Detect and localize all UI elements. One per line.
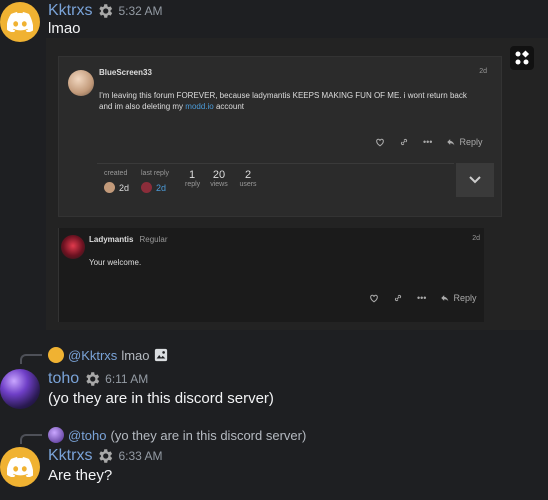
- gear-icon: [86, 372, 100, 386]
- chevron-down-icon: [469, 176, 481, 184]
- reply-reference[interactable]: @toho (yo they are in this discord serve…: [48, 427, 306, 443]
- post-author-name[interactable]: BlueScreen33: [99, 68, 152, 77]
- link-icon[interactable]: [399, 137, 409, 147]
- message-text: (yo they are in this discord server): [48, 390, 274, 407]
- reply-body: Your welcome.: [89, 258, 142, 267]
- discord-logo-icon: [7, 12, 33, 32]
- username[interactable]: Kktrxs: [48, 447, 92, 465]
- timestamp: 5:32 AM: [118, 4, 163, 18]
- timestamp: 6:11 AM: [105, 372, 149, 386]
- discord-avatar[interactable]: [0, 447, 40, 487]
- reply-author-role: Regular: [139, 235, 168, 244]
- created-avatar: [104, 182, 115, 193]
- reply-age: 2d: [472, 235, 480, 242]
- post-age: 2d: [479, 68, 487, 75]
- post-author-avatar[interactable]: [68, 70, 94, 96]
- reply-reference[interactable]: @Kktrxs lmao: [48, 347, 168, 363]
- reply-arrow-icon: [441, 295, 449, 302]
- discord-avatar[interactable]: [0, 2, 40, 42]
- message-text: lmao: [48, 20, 81, 37]
- gear-icon: [99, 4, 113, 18]
- timestamp: 6:33 AM: [118, 449, 163, 463]
- reply-connector: [20, 354, 42, 364]
- message-text: Are they?: [48, 467, 113, 484]
- forum-reply-card: Ladymantis Regular 2d Your welcome. ••• …: [58, 228, 484, 322]
- image-icon: [154, 348, 167, 362]
- post-link[interactable]: modd.io: [185, 102, 213, 111]
- gear-icon: [99, 449, 113, 463]
- more-options-icon[interactable]: •••: [423, 137, 432, 147]
- post-body: I'm leaving this forum FOREVER, because …: [99, 91, 467, 111]
- username[interactable]: toho: [48, 370, 79, 388]
- forum-post-card: BlueScreen33 2d I'm leaving this forum F…: [58, 56, 502, 217]
- post-reply-button[interactable]: Reply: [446, 137, 482, 147]
- more-options-icon[interactable]: •••: [417, 293, 426, 303]
- toho-avatar[interactable]: [0, 369, 40, 409]
- reply-author-avatar[interactable]: [61, 235, 85, 259]
- reply-reply-button[interactable]: Reply: [440, 293, 476, 303]
- reply-arrow-icon: [447, 139, 455, 146]
- username[interactable]: Kktrxs: [48, 2, 92, 20]
- topic-stats: created 2d last reply 2d 1 reply 20 view…: [97, 163, 454, 201]
- heart-icon[interactable]: [369, 293, 379, 303]
- link-icon[interactable]: [393, 293, 403, 303]
- reply-avatar: [48, 347, 64, 363]
- reply-author-name[interactable]: Ladymantis: [89, 235, 133, 244]
- heart-icon[interactable]: [375, 137, 385, 147]
- expand-button[interactable]: [456, 163, 494, 197]
- discord-logo-icon: [7, 457, 33, 477]
- last-reply-avatar: [141, 182, 152, 193]
- reply-avatar: [48, 427, 64, 443]
- reply-connector: [20, 434, 42, 444]
- app-grid-icon[interactable]: [510, 46, 534, 70]
